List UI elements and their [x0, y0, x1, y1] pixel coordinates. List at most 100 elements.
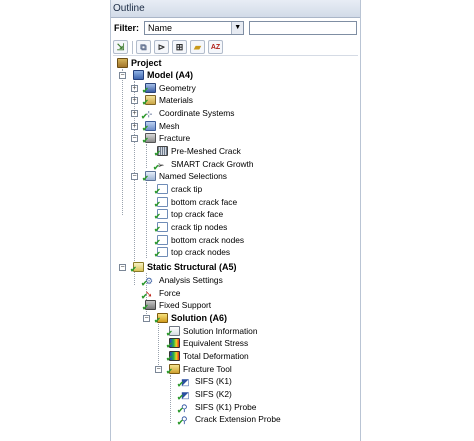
- selection-icon: ✔: [154, 197, 168, 209]
- flow-icon[interactable]: ⊳: [154, 40, 169, 54]
- tree-item-solution-information[interactable]: ✔ Solution Information: [166, 325, 258, 338]
- tree-item-equivalent-stress[interactable]: ✔ Equivalent Stress: [166, 337, 249, 350]
- tree-item-label: crack tip: [171, 184, 203, 194]
- materials-icon: ✔: [142, 95, 156, 107]
- fracture-tool-icon: ✔: [166, 364, 180, 377]
- tree-item-sifs-k1[interactable]: ◩ ✔ SIFS (K1): [177, 375, 232, 389]
- fracture-icon: ✔: [142, 133, 156, 145]
- force-icon: ➘ ✔: [141, 289, 153, 302]
- tree-item-materials[interactable]: ✔ Materials: [142, 94, 193, 107]
- probe-icon: ⚲ ✔: [177, 403, 188, 416]
- tree-item-label: Fixed Support: [159, 300, 212, 310]
- probe-icon: ⚲ ✔: [177, 415, 188, 428]
- tree-item-fixed-support[interactable]: ✔ Fixed Support: [142, 299, 212, 313]
- check-icon: ✔: [177, 418, 184, 428]
- filter-label: Filter:: [114, 23, 140, 33]
- tree-item-label: Analysis Settings: [159, 275, 223, 285]
- expand-toggle[interactable]: +: [131, 123, 138, 130]
- tree-item-named-selections[interactable]: ✔ Named Selections: [142, 170, 227, 183]
- filter-row: Filter: Name ▼: [114, 20, 357, 36]
- crack-growth-icon: ➢ ✔: [153, 160, 165, 173]
- tree-item-project[interactable]: Project: [117, 57, 162, 70]
- tree-item-smart-crack-growth[interactable]: ➢ ✔ SMART Crack Growth: [153, 158, 254, 173]
- expand-toggle[interactable]: +: [131, 110, 138, 117]
- tree-item-coordinate-systems[interactable]: ⊹ ✔ Coordinate Systems: [141, 107, 234, 122]
- tree-item-label: Crack Extension Probe: [195, 414, 281, 424]
- outline-panel: Outline Filter: Name ▼ ⇲ ⧉ ⊳ ⊞ ▰ AZ Proj…: [110, 0, 361, 441]
- tree-item-pre-meshed-crack[interactable]: ✔ Pre-Meshed Crack: [154, 145, 241, 158]
- tree-item-label: Fracture Tool: [183, 364, 232, 374]
- folder-icon[interactable]: ▰: [190, 40, 205, 54]
- tree-item-crack-extension-probe[interactable]: ⚲ ✔ Crack Extension Probe: [177, 413, 281, 428]
- tree-item-bottom-crack-face[interactable]: ✔ bottom crack face: [154, 196, 237, 209]
- check-icon: ✔: [154, 316, 161, 326]
- stress-contour-icon: ✔: [166, 338, 180, 350]
- tree-item-label: Project: [131, 58, 162, 68]
- collapse-toggle[interactable]: −: [131, 173, 138, 180]
- tree-item-label: SMART Crack Growth: [171, 159, 254, 169]
- tree-line: [122, 69, 123, 215]
- tree-item-total-deformation[interactable]: ✔ Total Deformation: [166, 350, 249, 363]
- tree-item-mesh[interactable]: ✔ Mesh: [142, 120, 180, 133]
- selection-icon: ✔: [154, 235, 168, 247]
- tree-item-top-crack-face[interactable]: ✔ top crack face: [154, 208, 223, 221]
- sort-az-icon[interactable]: AZ: [208, 40, 223, 54]
- check-icon: ✔: [142, 303, 149, 313]
- tree-item-geometry[interactable]: ✔ Geometry: [142, 82, 196, 95]
- tree-item-model[interactable]: Model (A4): [133, 69, 193, 82]
- tree-item-label: SIFS (K1): [195, 376, 232, 386]
- filter-search-input[interactable]: [249, 21, 357, 35]
- expand-tree-icon[interactable]: ⇲: [113, 40, 128, 54]
- tree-item-fracture-tool[interactable]: ✔ Fracture Tool: [166, 363, 232, 377]
- check-icon: ✔: [130, 265, 137, 275]
- tree-item-crack-tip[interactable]: ✔ crack tip: [154, 183, 203, 196]
- collapse-toggle[interactable]: −: [143, 315, 150, 322]
- outline-toolbar: ⇲ ⧉ ⊳ ⊞ ▰ AZ: [113, 39, 358, 56]
- tree-item-solution[interactable]: ✔ Solution (A6): [154, 312, 227, 326]
- crack-icon: ✔: [154, 146, 168, 158]
- tree-item-static-structural[interactable]: ✔ Static Structural (A5): [130, 261, 237, 275]
- collapse-toggle[interactable]: −: [155, 366, 162, 373]
- add-icon[interactable]: ⊞: [172, 40, 187, 54]
- tree-item-label: Equivalent Stress: [183, 338, 249, 348]
- tree-item-sifs-k1-probe[interactable]: ⚲ ✔ SIFS (K1) Probe: [177, 401, 256, 416]
- project-icon: [117, 58, 128, 69]
- axes-icon: ⊹ ✔: [141, 109, 153, 122]
- tree-item-label: Solution (A6): [171, 313, 227, 323]
- tree-line: [170, 375, 171, 423]
- tree-item-label: crack tip nodes: [171, 222, 228, 232]
- named-selections-icon: ✔: [142, 171, 156, 183]
- expand-toggle[interactable]: +: [131, 97, 138, 104]
- deformation-contour-icon: ✔: [166, 351, 180, 363]
- toolbar-separator: [132, 40, 133, 54]
- tree-line: [146, 144, 147, 168]
- collapse-toggle[interactable]: −: [119, 72, 126, 79]
- collapse-toggle[interactable]: −: [131, 135, 138, 142]
- tree-item-analysis-settings[interactable]: ⚙ ✔ Analysis Settings: [141, 274, 223, 288]
- collapse-toggle[interactable]: −: [119, 264, 126, 271]
- tree-item-bottom-crack-nodes[interactable]: ✔ bottom crack nodes: [154, 234, 244, 247]
- selection-icon: ✔: [154, 184, 168, 196]
- filter-type-dropdown[interactable]: Name ▼: [144, 21, 245, 35]
- tree-item-crack-tip-nodes[interactable]: ✔ crack tip nodes: [154, 221, 228, 234]
- tree-item-force[interactable]: ➘ ✔ Force: [141, 287, 181, 302]
- filter-type-value: Name: [148, 23, 173, 33]
- tree-item-label: Mesh: [159, 121, 180, 131]
- mesh-icon: ✔: [142, 121, 156, 133]
- tree-item-label: Force: [159, 288, 181, 298]
- tree-item-label: Pre-Meshed Crack: [171, 146, 241, 156]
- tree-item-sifs-k2[interactable]: ◩ ✔ SIFS (K2): [177, 388, 232, 402]
- check-icon: ✔: [154, 250, 161, 260]
- information-icon: ✔: [166, 326, 180, 338]
- expand-toggle[interactable]: +: [131, 85, 138, 92]
- chevron-down-icon[interactable]: ▼: [231, 22, 244, 34]
- tree-item-label: Geometry: [159, 83, 196, 93]
- solution-icon: ✔: [154, 313, 168, 326]
- check-icon: ✔: [166, 367, 173, 377]
- tree-item-fracture[interactable]: ✔ Fracture: [142, 132, 190, 145]
- geometry-icon: ✔: [142, 83, 156, 95]
- tree-item-top-crack-nodes[interactable]: ✔ top crack nodes: [154, 246, 230, 260]
- selection-icon: ✔: [154, 222, 168, 234]
- collapse-tree-icon[interactable]: ⧉: [136, 40, 151, 54]
- selection-icon: ✔: [154, 209, 168, 221]
